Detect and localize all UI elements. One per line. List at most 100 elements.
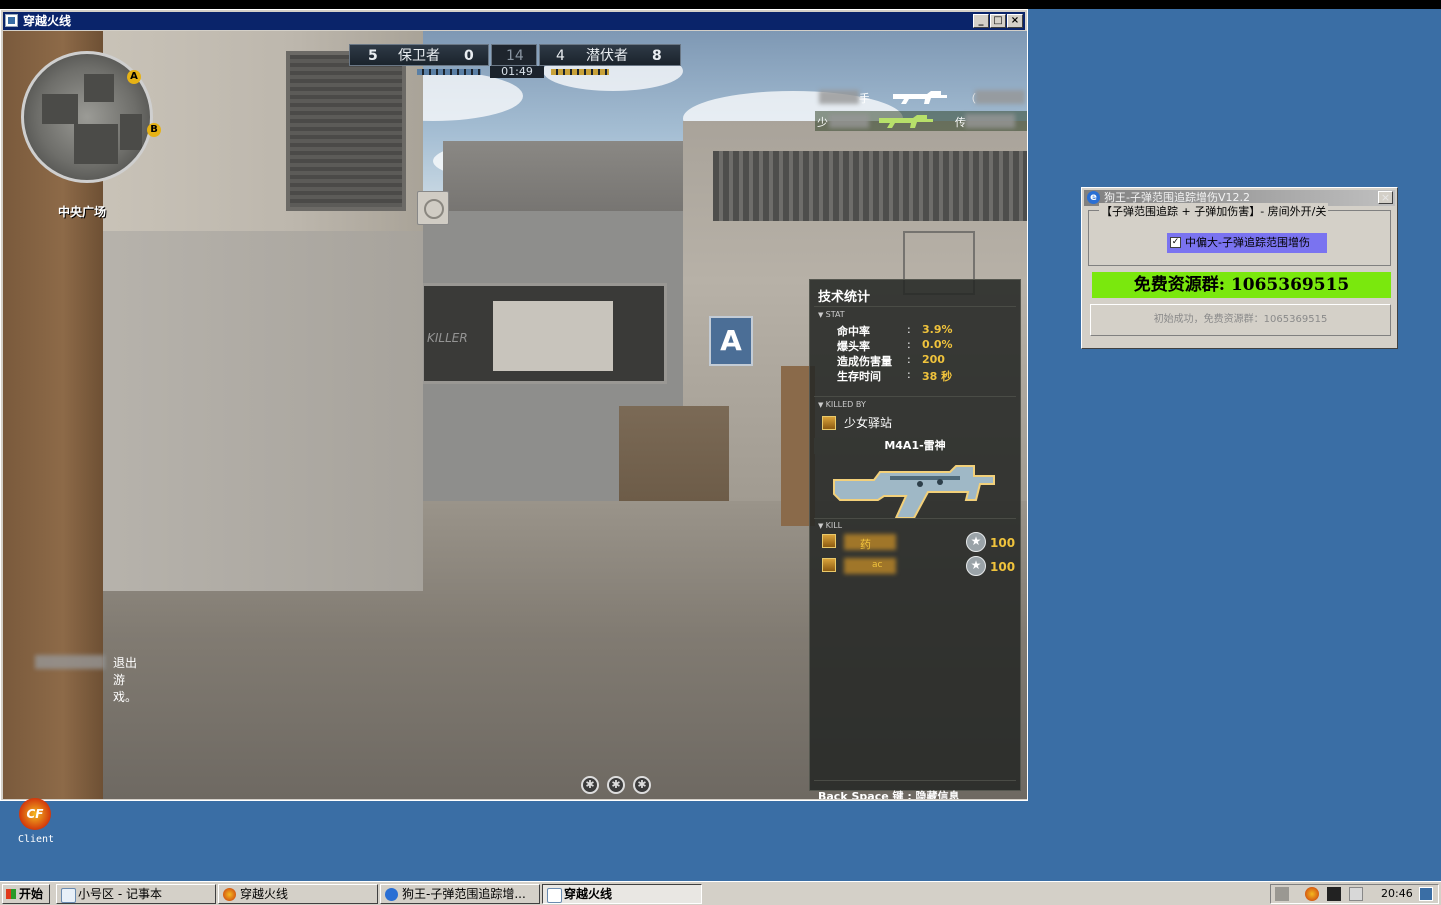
- stat-label: 生存时间: [837, 370, 881, 383]
- taskbar-item-label: 狗王-子弹范围追踪增...: [402, 887, 526, 901]
- round-target-panel: 14: [491, 44, 537, 66]
- star-icon: ★: [966, 556, 986, 576]
- kill-score: 100: [990, 536, 1016, 550]
- clock: 20:46: [1381, 887, 1413, 900]
- left-wall-lower: [93, 231, 423, 591]
- taskbar-item-cheat[interactable]: 狗王-子弹范围追踪增...: [380, 884, 540, 904]
- team-left-alive-pips: [417, 69, 481, 75]
- right-building-windows: [713, 151, 1027, 221]
- stat-label: 造成伤害量: [837, 355, 892, 368]
- kill-section-label: KILL: [818, 521, 843, 530]
- system-tray: 20:46: [1270, 884, 1439, 904]
- taskbar-item-game-window[interactable]: 穿越火线: [542, 884, 702, 904]
- kill-score: 100: [990, 560, 1016, 574]
- crossfire-icon: CF: [19, 798, 51, 830]
- start-button[interactable]: 开始: [2, 884, 50, 904]
- stat-value: 3.9%: [922, 323, 953, 336]
- site-a-sign: A: [709, 316, 753, 366]
- taskbar-item-label: 穿越火线: [240, 887, 289, 901]
- feature-group-label: 【子弹范围追踪 + 子弹加伤害】- 房间外开/关: [1099, 203, 1329, 219]
- rank-icon: [822, 534, 836, 548]
- stat-section-label: STAT: [818, 310, 845, 319]
- stats-footer-hint: Back Space 键 : 隐藏信息: [818, 790, 960, 799]
- app-tray-icon[interactable]: [1327, 887, 1341, 901]
- client-desktop-icon[interactable]: CF Client: [14, 798, 58, 850]
- desktop-icon-label: Client: [17, 834, 55, 845]
- taskbar: 开始 小号区 - 记事本 穿越火线 狗王-子弹范围追踪增... 穿越火线 20:…: [0, 881, 1441, 905]
- rifle-icon: [893, 91, 947, 104]
- system-message-text: 退出游戏。: [113, 656, 138, 704]
- stat-label: 爆头率: [837, 340, 870, 353]
- close-button[interactable]: ×: [1007, 14, 1023, 28]
- stat-label: 命中率: [837, 325, 870, 338]
- show-desktop-icon[interactable]: [1419, 887, 1433, 901]
- team-right-panel: 4 潜伏者 8: [539, 44, 681, 66]
- crossfire-icon: [223, 888, 236, 901]
- killfeed-killer: 手: [859, 92, 870, 105]
- rifle-icon: [879, 115, 933, 128]
- keyboard-icon[interactable]: [1275, 887, 1289, 901]
- crates: [619, 406, 729, 501]
- team-right-alive-pips: [551, 69, 609, 75]
- game-viewport[interactable]: A KILLER A B 中央广场 5 保卫者 0 14 4 潜伏者 8 01:…: [3, 31, 1027, 799]
- window-icon: [547, 888, 562, 903]
- minimize-button[interactable]: _: [973, 14, 989, 28]
- network-icon[interactable]: [1349, 887, 1363, 901]
- taskbar-item-notepad[interactable]: 小号区 - 记事本: [56, 884, 216, 904]
- team-left-panel: 5 保卫者 0: [349, 44, 489, 66]
- kill-victim-name: ac: [872, 560, 883, 570]
- stat-value: 200: [922, 353, 945, 366]
- team-right-name: 潜伏者: [586, 48, 628, 64]
- notepad-icon: [61, 888, 76, 903]
- status-box: 初始成功，免费资源群：1065369515: [1090, 304, 1391, 336]
- tech-stats-panel: 技术统计 STAT 命中率 : 3.9% 爆头率 : 0.0% 造成伤害量 : …: [809, 279, 1021, 799]
- stats-title: 技术统计: [818, 290, 871, 305]
- killfeed-row: 手 （: [815, 87, 1027, 107]
- spectator-indicators: ✱ ✱ ✱: [581, 776, 653, 798]
- game-window-titlebar[interactable]: 穿越火线 _ □ ×: [3, 12, 1025, 30]
- checkbox-label: 中偏大-子弹追踪范围增伤: [1185, 236, 1310, 249]
- killfeed: 手 （ 少 传: [815, 77, 1027, 137]
- team-right-alive: 4: [556, 48, 565, 64]
- browser-icon: [385, 888, 398, 901]
- windows-logo-icon: [6, 889, 16, 899]
- far-window-interior: [493, 301, 613, 371]
- game-window: 穿越火线 _ □ × A KILLER A B 中央广场 5 保卫者 0 14 …: [0, 9, 1028, 801]
- app-icon: [5, 14, 18, 27]
- taskbar-item-label: 穿越火线: [564, 887, 613, 901]
- taskbar-item-label: 小号区 - 记事本: [78, 887, 162, 901]
- round-target: 14: [506, 48, 524, 64]
- star-icon: ✱: [581, 776, 599, 794]
- killer-tag: KILLER: [427, 331, 468, 345]
- star-icon: ✱: [633, 776, 651, 794]
- resource-group-banner: 免费资源群: 1065369515: [1092, 272, 1391, 298]
- rank-icon: [822, 416, 836, 430]
- start-label: 开始: [19, 887, 44, 901]
- team-left-alive: 0: [464, 48, 474, 64]
- range-tracking-checkbox[interactable]: ✓ 中偏大-子弹追踪范围增伤: [1167, 233, 1327, 253]
- stat-value: 0.0%: [922, 338, 953, 351]
- scoreboard: 5 保卫者 0 14 4 潜伏者 8: [349, 44, 681, 66]
- killed-by-name: 少女驿站: [844, 416, 893, 430]
- checkbox-checked-icon[interactable]: ✓: [1170, 237, 1181, 248]
- weapon-name: M4A1-雷神: [814, 438, 1016, 454]
- minimap-marker-a: A: [127, 70, 141, 84]
- maximize-button[interactable]: □: [990, 14, 1006, 28]
- star-icon: ✱: [607, 776, 625, 794]
- team-left-name: 保卫者: [398, 48, 440, 64]
- feature-group: 【子弹范围追踪 + 子弹加伤害】- 房间外开/关 ✓ 中偏大-子弹追踪范围增伤: [1088, 203, 1391, 266]
- left-wall-vent: [286, 51, 406, 211]
- window-title: 穿越火线: [23, 14, 72, 28]
- cheat-dialog: e 狗王-子弹范围追踪增伤V12.2 × 【子弹范围追踪 + 子弹加伤害】- 房…: [1081, 187, 1398, 349]
- top-strip: [0, 0, 1441, 9]
- close-button[interactable]: ×: [1378, 191, 1393, 204]
- killfeed-row: 少 传: [815, 111, 1027, 131]
- team-left-score: 5: [368, 48, 378, 64]
- taskbar-item-crossfire[interactable]: 穿越火线: [218, 884, 378, 904]
- killfeed-killer: 少: [817, 116, 828, 129]
- stat-value: 38 秒: [922, 370, 953, 383]
- crossfire-tray-icon[interactable]: [1305, 887, 1319, 901]
- ac-unit: [417, 191, 449, 225]
- team-right-score: 8: [652, 48, 662, 64]
- map-location-label: 中央广场: [58, 205, 107, 219]
